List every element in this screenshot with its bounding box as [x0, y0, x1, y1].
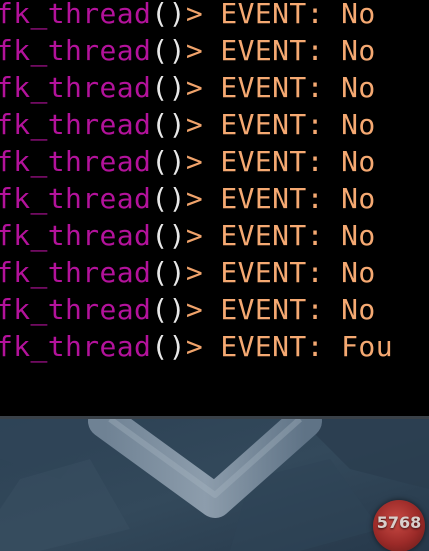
screen: fk_thread()> EVENT: No fk_thread()> EVEN… — [0, 0, 429, 551]
terminal-line: fk_thread()> EVENT: No — [0, 0, 376, 32]
terminal-line: fk_thread()> EVENT: No — [0, 180, 376, 217]
event-message: EVENT: No — [220, 0, 376, 30]
parens: () — [151, 71, 186, 104]
event-message: EVENT: No — [220, 182, 376, 215]
event-message: EVENT: Fou — [220, 330, 393, 363]
terminal-line: fk_thread()> EVENT: No — [0, 291, 376, 328]
badge-count: 5768 — [376, 513, 422, 532]
function-name: fk_thread — [0, 293, 152, 326]
terminal-line: fk_thread()> EVENT: Fou — [0, 328, 393, 365]
parens: () — [151, 34, 186, 67]
terminal-line: fk_thread()> EVENT: No — [0, 32, 376, 69]
desktop-wallpaper — [0, 419, 429, 551]
event-message: EVENT: No — [220, 219, 376, 252]
terminal-output[interactable]: fk_thread()> EVENT: No fk_thread()> EVEN… — [0, 0, 429, 418]
terminal-line: fk_thread()> EVENT: No — [0, 106, 376, 143]
terminal-line: fk_thread()> EVENT: No — [0, 217, 376, 254]
event-message: EVENT: No — [220, 145, 376, 178]
function-name: fk_thread — [0, 330, 152, 363]
prompt-arrow: > — [185, 256, 204, 289]
notification-badge[interactable]: 5768 — [373, 500, 425, 551]
event-message: EVENT: No — [220, 108, 376, 141]
function-name: fk_thread — [0, 219, 152, 252]
parens: () — [151, 219, 186, 252]
prompt-arrow: > — [185, 293, 204, 326]
prompt-arrow: > — [185, 0, 204, 30]
function-name: fk_thread — [0, 256, 152, 289]
prompt-arrow: > — [185, 145, 204, 178]
function-name: fk_thread — [0, 71, 152, 104]
function-name: fk_thread — [0, 145, 152, 178]
wallpaper-pattern — [0, 419, 429, 551]
prompt-arrow: > — [185, 34, 204, 67]
function-name: fk_thread — [0, 34, 152, 67]
function-name: fk_thread — [0, 108, 152, 141]
terminal-line: fk_thread()> EVENT: No — [0, 254, 376, 291]
prompt-arrow: > — [185, 108, 204, 141]
event-message: EVENT: No — [220, 34, 376, 67]
parens: () — [151, 145, 186, 178]
parens: () — [151, 0, 186, 30]
prompt-arrow: > — [185, 219, 204, 252]
parens: () — [151, 182, 186, 215]
event-message: EVENT: No — [220, 71, 376, 104]
event-message: EVENT: No — [220, 256, 376, 289]
prompt-arrow: > — [185, 71, 204, 104]
function-name: fk_thread — [0, 182, 152, 215]
prompt-arrow: > — [185, 182, 204, 215]
parens: () — [151, 293, 186, 326]
terminal-line: fk_thread()> EVENT: No — [0, 143, 376, 180]
prompt-arrow: > — [185, 330, 204, 363]
parens: () — [151, 330, 186, 363]
parens: () — [151, 256, 186, 289]
parens: () — [151, 108, 186, 141]
function-name: fk_thread — [0, 0, 152, 30]
terminal-line: fk_thread()> EVENT: No — [0, 69, 376, 106]
event-message: EVENT: No — [220, 293, 376, 326]
